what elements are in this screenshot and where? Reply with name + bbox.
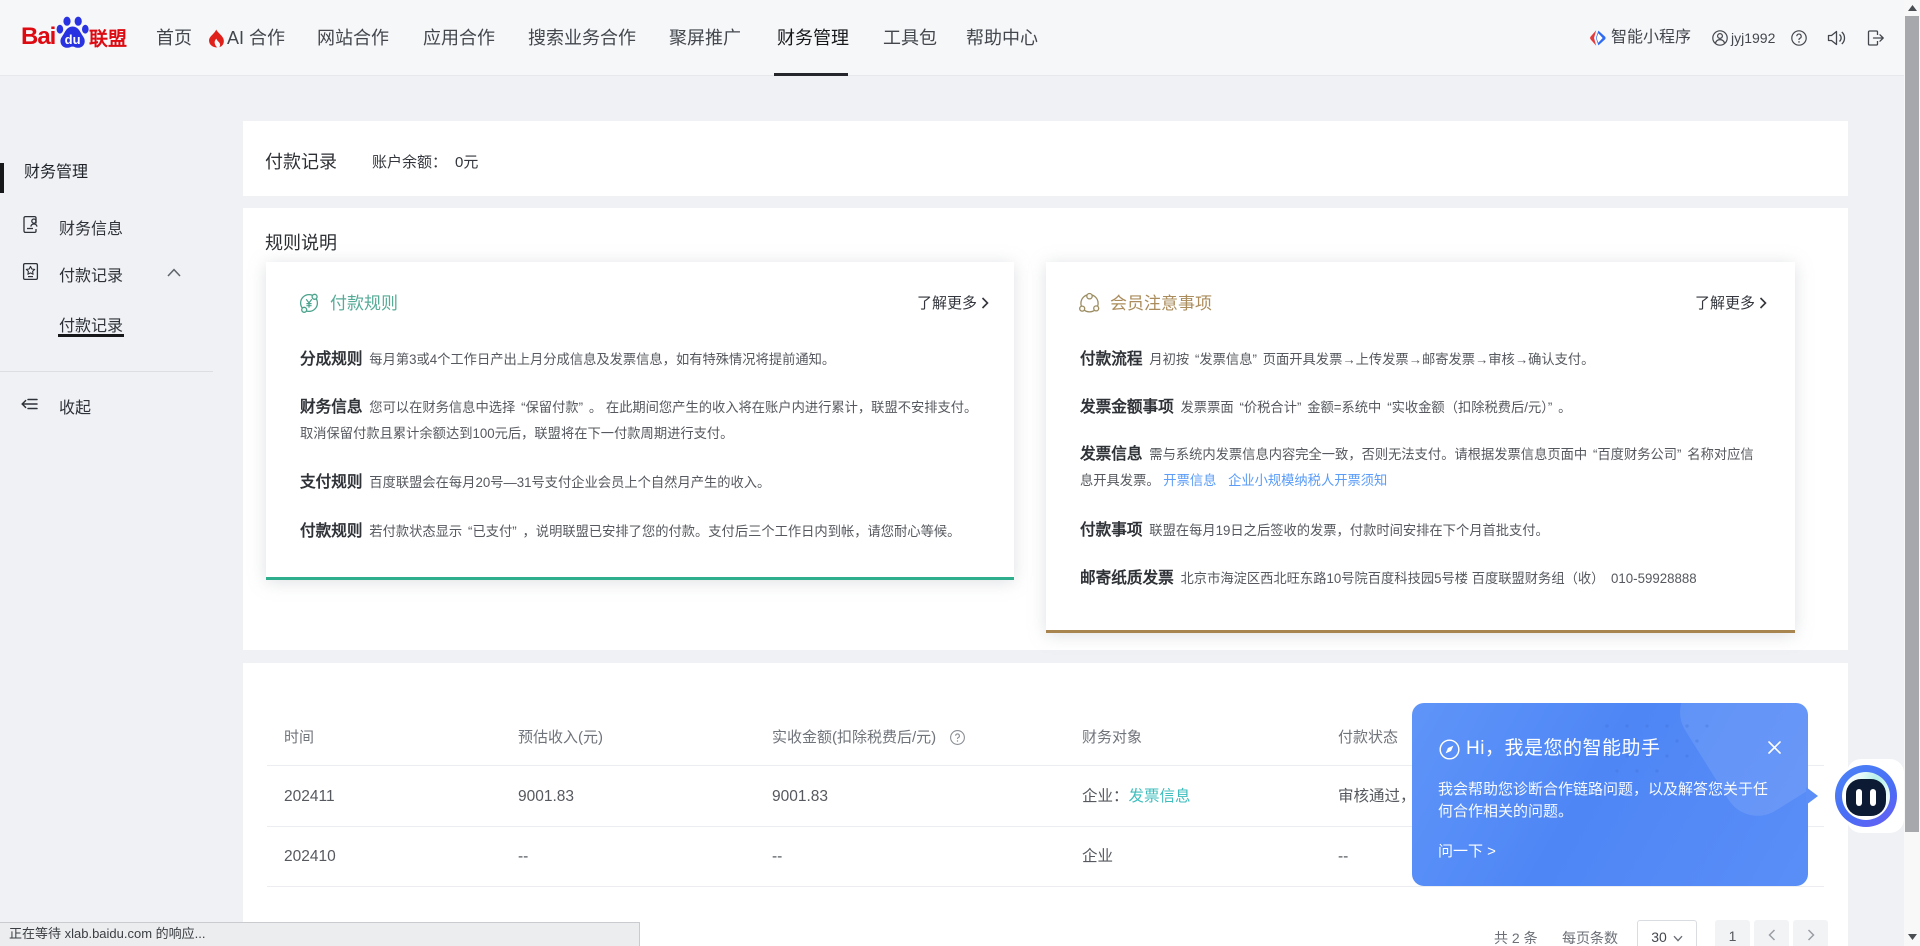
svg-text:du: du bbox=[65, 32, 81, 47]
